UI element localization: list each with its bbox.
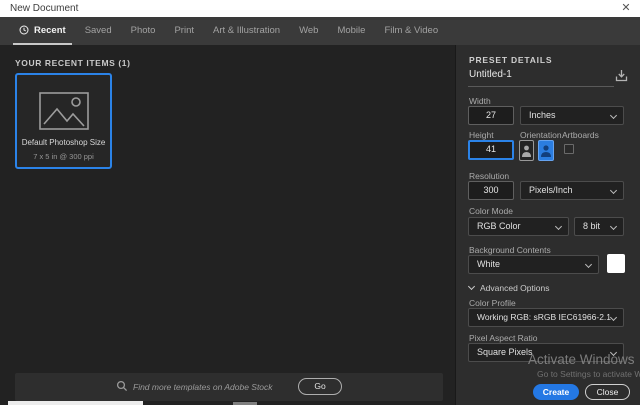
orientation-landscape-button[interactable] — [538, 140, 554, 161]
color-profile-dropdown[interactable]: Working RGB: sRGB IEC61966-2.1 — [468, 308, 624, 327]
tab-label: Print — [174, 24, 194, 36]
chevron-down-icon — [584, 260, 593, 269]
activate-windows-subtext: Go to Settings to activate W — [537, 369, 640, 379]
bit-depth-dropdown[interactable]: 8 bit — [574, 217, 624, 236]
color-profile-label: Color Profile — [469, 298, 516, 308]
advanced-options-toggle[interactable]: Advanced Options — [467, 282, 550, 293]
tab-label: Web — [299, 24, 319, 36]
orientation-portrait-button[interactable] — [519, 140, 534, 161]
preset-details-panel: PRESET DETAILS Untitled-1 Width 27 Inche… — [455, 45, 640, 405]
tab-saved[interactable]: Saved — [79, 17, 118, 45]
search-icon — [116, 380, 128, 392]
pixel-aspect-ratio-label: Pixel Aspect Ratio — [469, 333, 538, 343]
landscape-person-icon — [541, 145, 551, 157]
chevron-down-icon — [467, 282, 476, 291]
bit-depth-value: 8 bit — [583, 221, 601, 231]
tab-label: Art & Illustration — [213, 24, 281, 36]
width-input[interactable]: 27 — [468, 106, 514, 125]
create-button[interactable]: Create — [533, 384, 579, 400]
background-contents-value: White — [477, 259, 501, 269]
artboards-label: Artboards — [562, 130, 599, 140]
search-placeholder[interactable]: Find more templates on Adobe Stock — [133, 382, 273, 392]
go-button[interactable]: Go — [298, 378, 342, 395]
tab-photo[interactable]: Photo — [125, 17, 162, 45]
recent-card-title: Default Photoshop Size — [21, 138, 106, 147]
color-mode-label: Color Mode — [469, 206, 513, 216]
tab-web[interactable]: Web — [293, 17, 324, 45]
preset-category-tabs: Recent Saved Photo Print Art & Illustrat… — [0, 17, 640, 45]
tab-label: Saved — [84, 24, 112, 36]
window-title: New Document — [10, 3, 79, 14]
recent-preset-card[interactable]: Default Photoshop Size 7 x 5 in @ 300 pp… — [15, 73, 112, 169]
tab-art-illustration[interactable]: Art & Illustration — [207, 17, 286, 45]
background-contents-dropdown[interactable]: White — [468, 255, 599, 274]
clock-icon — [19, 25, 29, 35]
window-close-icon[interactable]: ✕ — [619, 2, 633, 15]
tab-film-video[interactable]: Film & Video — [378, 17, 444, 45]
recent-items-area: YOUR RECENT ITEMS (1) Default Photoshop … — [0, 45, 455, 405]
resolution-unit-dropdown[interactable]: Pixels/Inch — [520, 181, 624, 200]
recent-items-heading: YOUR RECENT ITEMS (1) — [15, 58, 131, 68]
document-name-field[interactable]: Untitled-1 — [469, 69, 512, 80]
tab-label: Mobile — [337, 24, 366, 36]
tab-label: Recent — [34, 24, 66, 36]
preset-details-heading: PRESET DETAILS — [469, 55, 553, 65]
window-titlebar: New Document ✕ — [0, 0, 640, 17]
chevron-down-icon — [554, 222, 563, 231]
close-button[interactable]: Close — [585, 384, 630, 400]
chevron-down-icon — [609, 313, 618, 322]
advanced-options-label: Advanced Options — [480, 283, 550, 293]
height-label: Height — [469, 130, 494, 140]
taskbar-artifact-light — [8, 401, 143, 405]
recent-card-subtitle: 7 x 5 in @ 300 ppi — [33, 152, 94, 161]
activate-windows-watermark: Activate Windows — [528, 352, 635, 367]
resolution-label: Resolution — [469, 171, 510, 181]
tab-print[interactable]: Print — [168, 17, 200, 45]
save-preset-icon[interactable] — [613, 67, 630, 84]
chevron-down-icon — [609, 186, 618, 195]
adobe-stock-search-bar[interactable]: Find more templates on Adobe Stock Go — [15, 373, 443, 401]
tab-label: Film & Video — [384, 24, 439, 36]
height-input[interactable]: 41 — [468, 140, 514, 160]
tab-label: Photo — [130, 24, 156, 36]
artboards-checkbox[interactable] — [564, 144, 574, 154]
tab-recent[interactable]: Recent — [13, 17, 72, 45]
color-mode-dropdown[interactable]: RGB Color — [468, 217, 569, 236]
portrait-person-icon — [522, 145, 531, 157]
color-mode-value: RGB Color — [477, 221, 521, 231]
image-placeholder-icon — [39, 92, 89, 130]
name-field-underline — [468, 86, 614, 87]
chevron-down-icon — [609, 222, 618, 231]
resolution-input[interactable]: 300 — [468, 181, 514, 200]
unit-dropdown[interactable]: Inches — [520, 106, 624, 125]
width-label: Width — [469, 96, 491, 106]
background-color-swatch[interactable] — [607, 254, 625, 273]
pixel-aspect-ratio-value: Square Pixels — [477, 347, 533, 357]
chevron-down-icon — [609, 111, 618, 120]
unit-value: Inches — [529, 110, 556, 120]
tab-mobile[interactable]: Mobile — [331, 17, 371, 45]
new-document-dialog: New Document ✕ Recent Saved Photo Print … — [0, 0, 640, 405]
color-profile-value: Working RGB: sRGB IEC61966-2.1 — [477, 312, 612, 322]
orientation-label: Orientation — [520, 130, 562, 140]
resolution-unit-value: Pixels/Inch — [529, 185, 573, 195]
background-contents-label: Background Contents — [469, 245, 551, 255]
